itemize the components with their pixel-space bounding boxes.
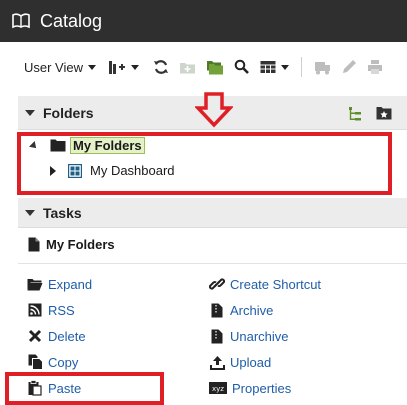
unarchive-icon: [211, 329, 223, 343]
task-create-shortcut[interactable]: Create Shortcut: [209, 276, 321, 292]
properties-xyz-icon: xyz: [209, 382, 227, 394]
window-title: Catalog: [40, 10, 103, 31]
chevron-down-icon: [131, 64, 140, 70]
task-upload-label[interactable]: Upload: [230, 355, 271, 370]
chevron-down-icon: [281, 64, 290, 70]
grid-view-icon: [260, 61, 276, 73]
archive-icon: [211, 303, 223, 317]
task-rss[interactable]: RSS: [27, 302, 75, 318]
tree-highlight-annotation: [17, 132, 392, 195]
task-copy-label[interactable]: Copy: [48, 355, 78, 370]
tasks-context: My Folders: [28, 237, 115, 252]
folder-add-icon: [180, 62, 196, 73]
upload-icon: [209, 355, 225, 370]
document-icon: [28, 237, 40, 252]
task-delete-label[interactable]: Delete: [48, 329, 86, 344]
title-bar: Catalog: [0, 0, 407, 42]
task-archive[interactable]: Archive: [209, 302, 273, 318]
folders-icon: [207, 60, 224, 74]
folders-header-label: Folders: [43, 104, 94, 121]
new-columns-icon: [109, 61, 126, 74]
task-delete[interactable]: Delete: [27, 328, 86, 344]
folder-open-icon: [27, 278, 43, 290]
view-options-button[interactable]: [260, 56, 290, 78]
task-unarchive[interactable]: Unarchive: [209, 328, 289, 344]
collapse-triangle-icon[interactable]: [25, 109, 35, 116]
task-create-shortcut-label[interactable]: Create Shortcut: [230, 277, 321, 292]
open-folder-button[interactable]: [206, 56, 224, 78]
edit-button[interactable]: [341, 56, 357, 78]
user-view-label: User View: [24, 59, 84, 75]
task-unarchive-label[interactable]: Unarchive: [230, 329, 289, 344]
paste-highlight-annotation: [5, 372, 164, 405]
collapse-triangle-icon[interactable]: [25, 209, 35, 216]
tasks-context-label: My Folders: [46, 237, 115, 252]
rss-icon: [28, 303, 42, 317]
arrow-down-annotation: [195, 92, 233, 128]
tree-view-icon[interactable]: [348, 106, 362, 122]
refresh-icon: [154, 60, 169, 74]
disabled-tool-button[interactable]: [314, 56, 331, 78]
task-rss-label[interactable]: RSS: [48, 303, 75, 318]
print-button[interactable]: [367, 56, 383, 78]
tasks-divider: [18, 263, 407, 264]
copy-icon: [28, 354, 43, 370]
new-folder-button[interactable]: [179, 56, 196, 78]
pencil-icon: [343, 60, 357, 73]
search-button[interactable]: [234, 56, 250, 78]
task-copy[interactable]: Copy: [27, 354, 78, 370]
link-icon: [209, 278, 225, 290]
truck-icon: [315, 61, 331, 74]
task-expand[interactable]: Expand: [27, 276, 92, 292]
book-icon: [12, 13, 30, 29]
new-item-button[interactable]: [108, 56, 140, 78]
svg-text:xyz: xyz: [212, 385, 224, 393]
toolbar: User View: [0, 42, 407, 92]
refresh-button[interactable]: [153, 56, 169, 78]
task-upload[interactable]: Upload: [209, 354, 271, 370]
task-archive-label[interactable]: Archive: [230, 303, 273, 318]
tasks-header-label: Tasks: [43, 204, 82, 221]
delete-x-icon: [28, 329, 42, 343]
task-properties-label[interactable]: Properties: [232, 381, 291, 396]
tasks-section-header[interactable]: Tasks: [18, 198, 407, 228]
chevron-down-icon: [88, 64, 97, 70]
task-properties[interactable]: xyz Properties: [209, 380, 291, 396]
search-icon: [234, 59, 249, 74]
task-expand-label[interactable]: Expand: [48, 277, 92, 292]
user-view-dropdown[interactable]: User View: [24, 59, 97, 75]
toolbar-divider: [301, 57, 303, 77]
printer-icon: [368, 60, 383, 74]
favorite-folder-icon[interactable]: [376, 106, 392, 120]
